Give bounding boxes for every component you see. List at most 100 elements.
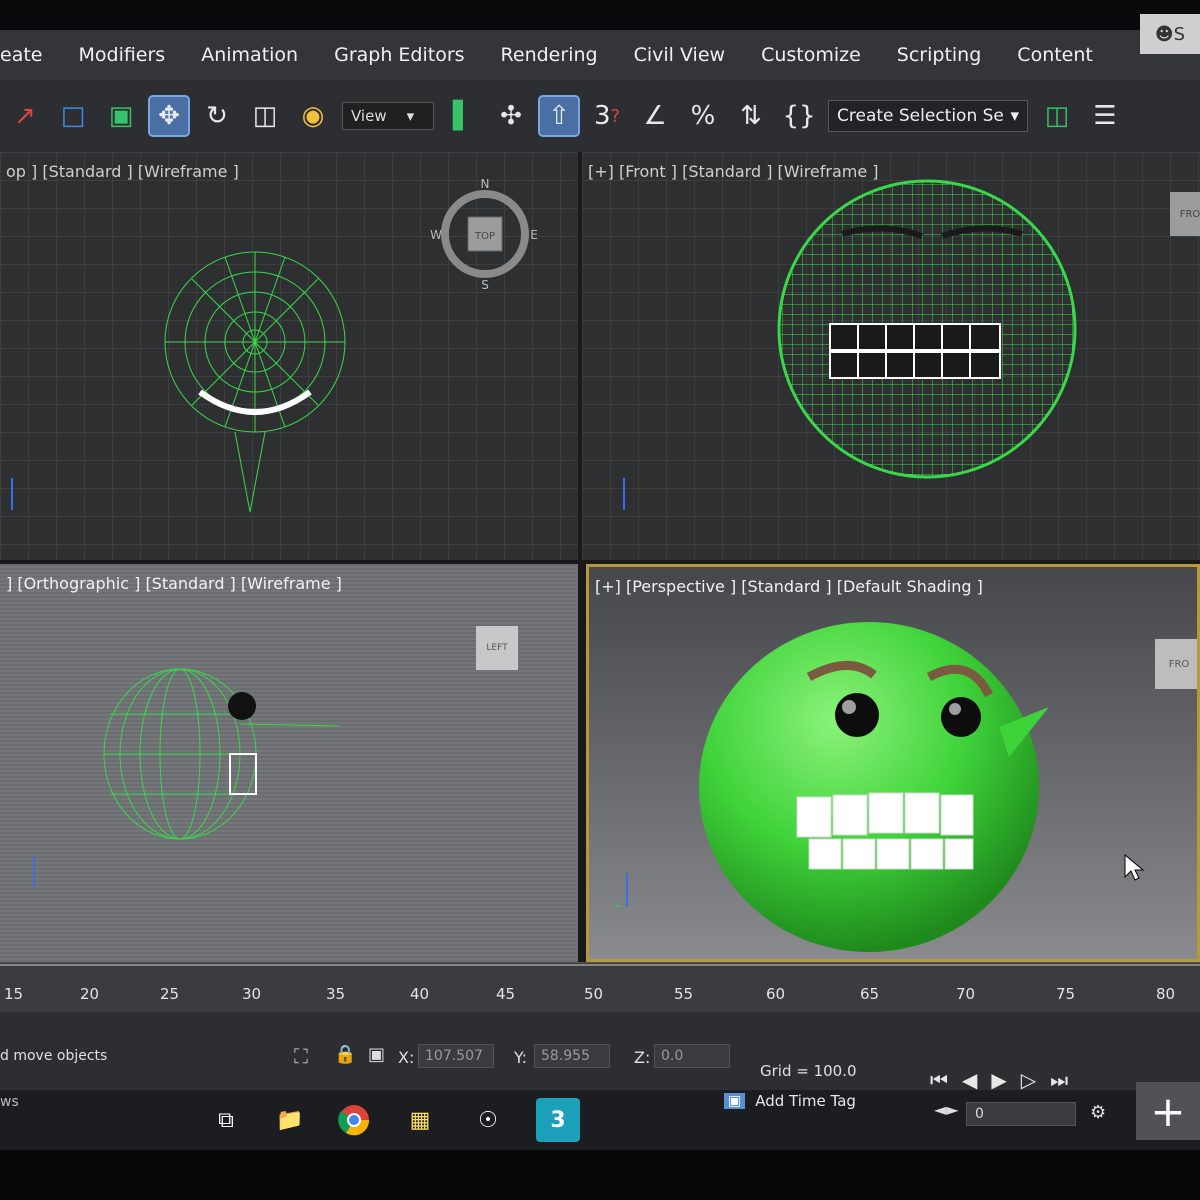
user-icon: ☻ [1154,23,1174,45]
viewport-top[interactable]: op ] [Standard ] [Wireframe ] TOP N S E … [0,152,578,560]
create-selection-set-dropdown[interactable]: Create Selection Se ▾ [828,100,1028,132]
main-toolbar: ↗ □ ▣ ✥ ↻ ◫ ◉ View ▾ ▌ ✣ ⇧ 3? ∠ % ⇅ {} C… [0,80,1200,152]
prompt-text: d move objects [0,1048,108,1064]
playback-controls: ⏮ ◀ ▶ ▷ ⏭ [930,1068,1068,1092]
viewcube-front[interactable]: FRO [1170,192,1200,236]
mirror-tool-icon[interactable]: ◫ [1038,97,1076,135]
3dsmax-icon[interactable]: 3 [536,1098,580,1142]
align-icon[interactable]: ✣ [492,97,530,135]
add-time-tag[interactable]: ▣ Add Time Tag [724,1092,856,1110]
timeline-tick: 50 [584,985,604,1003]
snap-icon[interactable]: ⇧ [538,95,580,137]
time-slider[interactable]: 15 20 25 30 35 40 45 50 55 60 65 70 75 8… [0,962,1200,1013]
isolate-icon[interactable]: ⛶ [294,1044,308,1068]
timeline-tick: 30 [242,985,262,1003]
compass-north: N [481,177,490,191]
timeline-ruler [0,964,1200,966]
scale-icon[interactable]: ◫ [246,97,284,135]
compass-east: E [530,228,538,242]
menu-animation[interactable]: Animation [183,44,316,66]
go-to-start-icon[interactable]: ⏮ [930,1068,948,1092]
reference-coord-dropdown[interactable]: View ▾ [342,102,434,130]
viewcube-face-label: LEFT [486,643,508,653]
select-link-icon[interactable]: ↗ [6,97,44,135]
viewport-label[interactable]: ] [Orthographic ] [Standard ] [Wireframe… [6,574,342,593]
viewcube-left[interactable]: LEFT [476,626,518,670]
previous-frame-icon[interactable]: ◀ [962,1068,977,1092]
rotate-icon[interactable]: ↻ [198,97,236,135]
window-crossing-icon[interactable]: ▣ [102,97,140,135]
timeline-tick: 80 [1156,985,1176,1003]
file-explorer-icon[interactable]: 📁 [268,1098,312,1142]
menu-modifiers[interactable]: Modifiers [60,44,183,66]
angle-snap-toggle-icon[interactable]: ∠ [636,97,674,135]
lock-icon[interactable]: 🔒 [334,1044,356,1065]
media-icon[interactable]: ☉ [466,1098,510,1142]
user-account-button[interactable]: ☻ S [1140,14,1200,54]
timeline-tick: 45 [496,985,516,1003]
smiley-wireframe-left [103,668,341,840]
z-coordinate-field[interactable]: 0.0 [654,1044,730,1068]
status-bar: d move objects ⛶ 🔒 ▣ X: 107.507 Y: 58.95… [0,1012,1200,1092]
compass-south: S [481,278,489,292]
current-frame-field[interactable]: 0 [966,1102,1076,1126]
menu-scripting[interactable]: Scripting [879,44,1000,66]
play-icon[interactable]: ▶ [991,1068,1006,1092]
viewport-label[interactable]: [+] [Perspective ] [Standard ] [Default … [595,577,983,596]
add-button[interactable]: + [1136,1082,1200,1140]
smiley-shaded [699,622,1049,952]
viewport-perspective[interactable]: [+] [Perspective ] [Standard ] [Default … [586,564,1200,962]
3dsmax-icon-label: 3 [550,1107,566,1133]
task-view-icon[interactable]: ⧉ [204,1098,248,1142]
absolute-mode-icon[interactable]: ▣ [368,1044,385,1065]
menu-customize[interactable]: Customize [743,44,879,66]
viewport-label[interactable]: op ] [Standard ] [Wireframe ] [6,162,239,181]
viewcube-face-label: TOP [474,231,495,242]
select-region-icon[interactable]: □ [54,97,92,135]
edit-named-selection-icon[interactable]: {} [780,97,818,135]
percent-snap-icon[interactable]: % [684,97,722,135]
menu-create[interactable]: eate [0,44,60,66]
layer-explorer-icon[interactable]: ☰ [1086,97,1124,135]
place-icon[interactable]: ◉ [294,97,332,135]
angle-snap-icon[interactable]: 3? [588,97,626,135]
chrome-icon[interactable] [332,1098,376,1142]
axis-gizmo [33,856,35,888]
y-coordinate-field[interactable]: 58.955 [534,1044,610,1068]
timeline-tick: 40 [410,985,430,1003]
viewcube-perspective[interactable]: FRO [1155,639,1197,689]
x-coordinate-field[interactable]: 107.507 [418,1044,494,1068]
timeline-tick: 75 [1056,985,1076,1003]
monitor-bezel-bottom [0,1150,1200,1200]
smiley-wireframe-top [164,251,346,513]
viewcube-top[interactable]: TOP N S E W [430,172,540,292]
axis-gizmo [614,873,628,907]
reference-coord-value: View [351,107,387,125]
windows-search-text: ws [0,1094,19,1110]
axis-gizmo [623,478,625,510]
x-label: X: [398,1048,415,1067]
go-to-end-icon[interactable]: ⏭ [1050,1068,1068,1092]
viewport-left[interactable]: ] [Orthographic ] [Standard ] [Wireframe… [0,564,578,962]
move-icon[interactable]: ✥ [148,95,190,137]
menu-graph-editors[interactable]: Graph Editors [316,44,482,66]
menu-bar: eate Modifiers Animation Graph Editors R… [0,30,1200,80]
chevron-down-icon: ▾ [1010,106,1019,126]
next-frame-icon[interactable]: ▷ [1021,1068,1036,1092]
menu-civil-view[interactable]: Civil View [616,44,743,66]
selection-set-label: Create Selection Se [837,106,1004,126]
menu-content[interactable]: Content [999,44,1111,66]
viewport-front[interactable]: [+] [Front ] [Standard ] [Wireframe ] FR… [582,152,1200,560]
z-label: Z: [634,1048,651,1067]
time-tag-icon: ▣ [724,1093,746,1109]
spinner-snap-icon[interactable]: ⇅ [732,97,770,135]
mirror-icon[interactable]: ▌ [444,97,482,135]
time-config-icon[interactable]: ⚙ [1090,1102,1106,1123]
percent-snap-label: % [690,101,716,131]
timeline-tick: 55 [674,985,694,1003]
timeline-tick: 25 [160,985,180,1003]
key-mode-icon[interactable]: ◄► [934,1100,959,1119]
menu-rendering[interactable]: Rendering [483,44,616,66]
stickies-icon[interactable]: ▦ [398,1098,442,1142]
user-label: S [1173,23,1186,45]
